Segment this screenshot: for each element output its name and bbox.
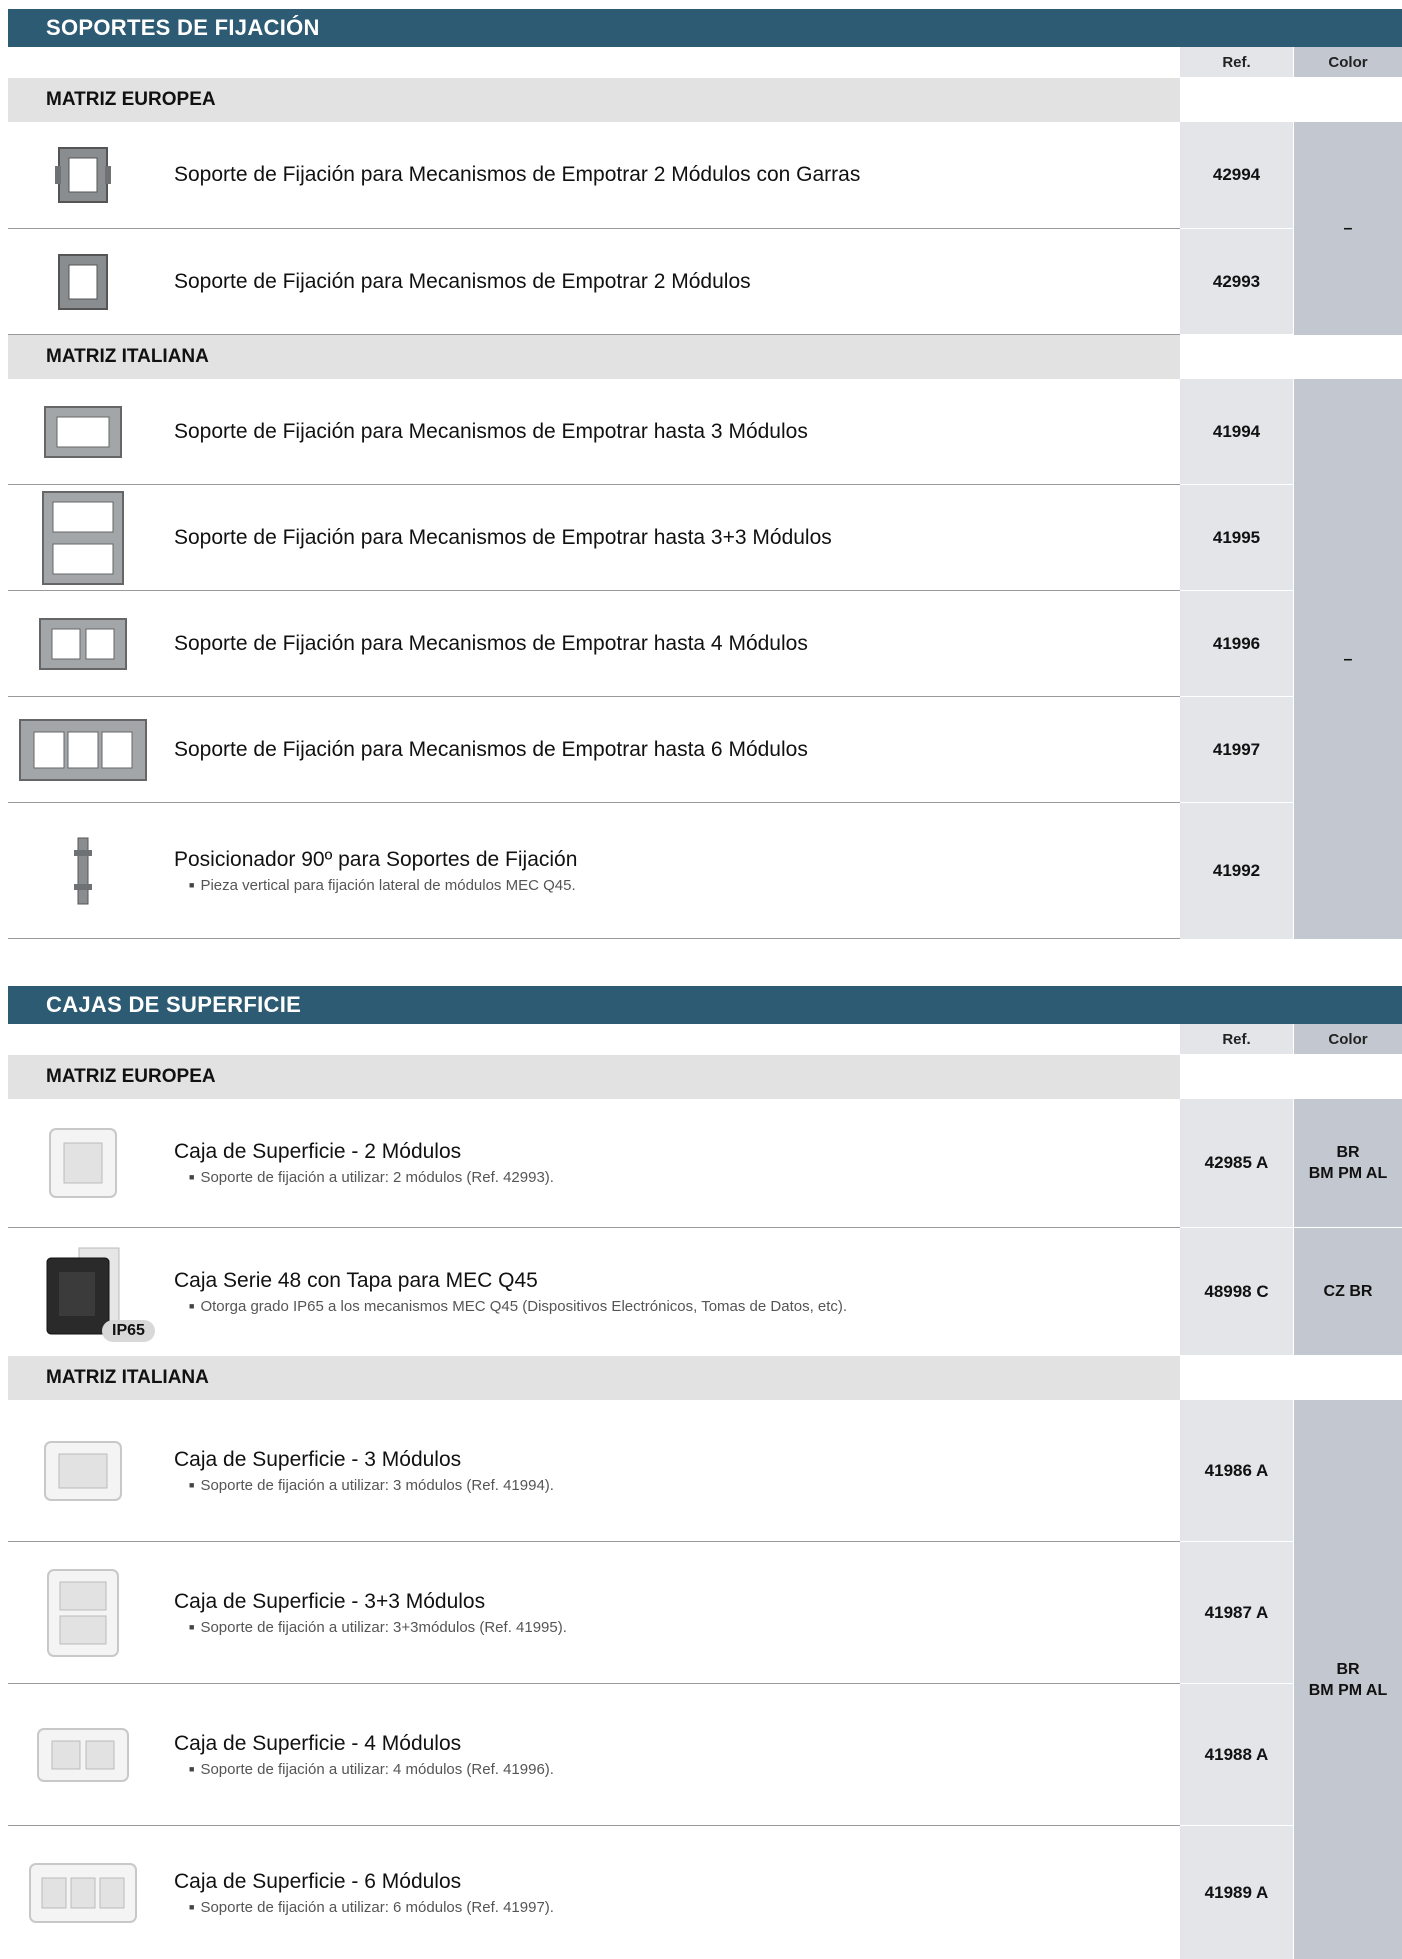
ip65-badge: IP65	[102, 1320, 155, 1342]
ref-cell: 41992	[1180, 803, 1293, 939]
product-note: Soporte de fijación a utilizar: 2 módulo…	[174, 1169, 1170, 1186]
ref-cell: 42985 A	[1180, 1099, 1293, 1228]
product-image	[8, 697, 158, 802]
product-title: Caja de Superficie - 4 Módulos	[174, 1731, 462, 1755]
color-cell: BR BM PM AL	[1294, 1400, 1402, 1959]
product-row: Caja de Superficie - 3+3 Módulos Soporte…	[8, 1542, 1180, 1684]
product-row: Caja de Superficie - 3 Módulos Soporte d…	[8, 1400, 1180, 1542]
ref-cell: 41988 A	[1180, 1684, 1293, 1826]
color-cell: –	[1294, 122, 1402, 335]
group-label-matriz-europea: MATRIZ EUROPEA	[8, 1055, 1180, 1099]
product-title: Soporte de Fijación para Mecanismos de E…	[174, 525, 832, 549]
product-row: Soporte de Fijación para Mecanismos de E…	[8, 485, 1180, 591]
product-image	[8, 229, 158, 334]
product-image	[8, 1826, 158, 1959]
ref-cell: 41996	[1180, 591, 1293, 697]
product-title: Caja de Superficie - 2 Módulos	[174, 1140, 462, 1163]
product-image	[8, 122, 158, 228]
product-row: Caja de Superficie - 2 Módulos Soporte d…	[8, 1099, 1180, 1228]
product-note: Otorga grado IP65 a los mecanismos MEC Q…	[174, 1298, 1170, 1315]
section-title-cajas: CAJAS DE SUPERFICIE	[8, 986, 1402, 1024]
product-image	[8, 591, 158, 696]
product-note: Soporte de fijación a utilizar: 3+3módul…	[174, 1619, 1170, 1636]
product-image	[8, 1542, 158, 1683]
product-image	[8, 1099, 158, 1227]
product-note: Soporte de fijación a utilizar: 6 módulo…	[174, 1899, 1170, 1916]
group-label-matriz-italiana: MATRIZ ITALIANA	[8, 335, 1180, 379]
product-row: Soporte de Fijación para Mecanismos de E…	[8, 229, 1180, 335]
color-value: –	[1343, 650, 1353, 668]
ref-cell: 48998 C	[1180, 1228, 1293, 1355]
product-row: Caja de Superficie - 4 Módulos Soporte d…	[8, 1684, 1180, 1826]
ref-cell: 41994	[1180, 379, 1293, 485]
ref-cell: 41987 A	[1180, 1542, 1293, 1684]
color-value: BM PM AL	[1308, 1165, 1388, 1182]
col-header-color: Color	[1294, 47, 1402, 77]
product-title: Soporte de Fijación para Mecanismos de E…	[174, 163, 861, 186]
product-title: Soporte de Fijación para Mecanismos de E…	[174, 419, 808, 443]
product-title: Soporte de Fijación para Mecanismos de E…	[174, 631, 808, 655]
product-note: Soporte de fijación a utilizar: 3 módulo…	[174, 1477, 1170, 1494]
product-title: Posicionador 90º para Soportes de Fijaci…	[174, 847, 578, 871]
color-cell: CZ BR	[1294, 1228, 1402, 1355]
product-row: Soporte de Fijación para Mecanismos de E…	[8, 697, 1180, 803]
product-row: Soporte de Fijación para Mecanismos de E…	[8, 591, 1180, 697]
col-header-ref: Ref.	[1180, 1024, 1293, 1054]
product-image	[8, 1400, 158, 1541]
group-label-matriz-italiana: MATRIZ ITALIANA	[8, 1356, 1180, 1400]
color-value: CZ BR	[1323, 1283, 1373, 1300]
color-value: BR	[1336, 1660, 1360, 1678]
ref-cell: 41997	[1180, 697, 1293, 803]
product-image	[8, 1684, 158, 1825]
product-image	[8, 803, 158, 938]
ref-cell: 41986 A	[1180, 1400, 1293, 1542]
product-row: Soporte de Fijación para Mecanismos de E…	[8, 379, 1180, 485]
color-value: BM PM AL	[1308, 1681, 1388, 1699]
ref-cell: 41995	[1180, 485, 1293, 591]
color-cell: –	[1294, 379, 1402, 939]
color-value: BR	[1336, 1144, 1360, 1161]
product-title: Caja Serie 48 con Tapa para MEC Q45	[174, 1268, 538, 1292]
product-note: Pieza vertical para fijación lateral de …	[174, 877, 1170, 894]
group-label-matriz-europea: MATRIZ EUROPEA	[8, 78, 1180, 122]
product-title: Soporte de Fijación para Mecanismos de E…	[174, 737, 808, 761]
product-note: Soporte de fijación a utilizar: 4 módulo…	[174, 1761, 1170, 1778]
product-image	[8, 379, 158, 484]
col-header-color: Color	[1294, 1024, 1402, 1054]
product-row: IP65 Caja Serie 48 con Tapa para MEC Q45…	[8, 1228, 1180, 1355]
color-cell: BR BM PM AL	[1294, 1099, 1402, 1228]
ref-cell: 42993	[1180, 229, 1293, 335]
section-title-soportes: SOPORTES DE FIJACIÓN	[8, 9, 1402, 47]
ref-cell: 41989 A	[1180, 1826, 1293, 1959]
product-row: Caja de Superficie - 6 Módulos Soporte d…	[8, 1826, 1180, 1959]
product-image	[8, 485, 158, 590]
product-title: Soporte de Fijación para Mecanismos de E…	[174, 269, 751, 293]
product-title: Caja de Superficie - 3+3 Módulos	[174, 1589, 486, 1613]
color-value: –	[1343, 220, 1353, 237]
product-title: Caja de Superficie - 3 Módulos	[174, 1447, 462, 1471]
product-title: Caja de Superficie - 6 Módulos	[174, 1869, 462, 1893]
ref-cell: 42994	[1180, 122, 1293, 229]
product-row: Posicionador 90º para Soportes de Fijaci…	[8, 803, 1180, 939]
product-row: Soporte de Fijación para Mecanismos de E…	[8, 122, 1180, 229]
col-header-ref: Ref.	[1180, 47, 1293, 77]
